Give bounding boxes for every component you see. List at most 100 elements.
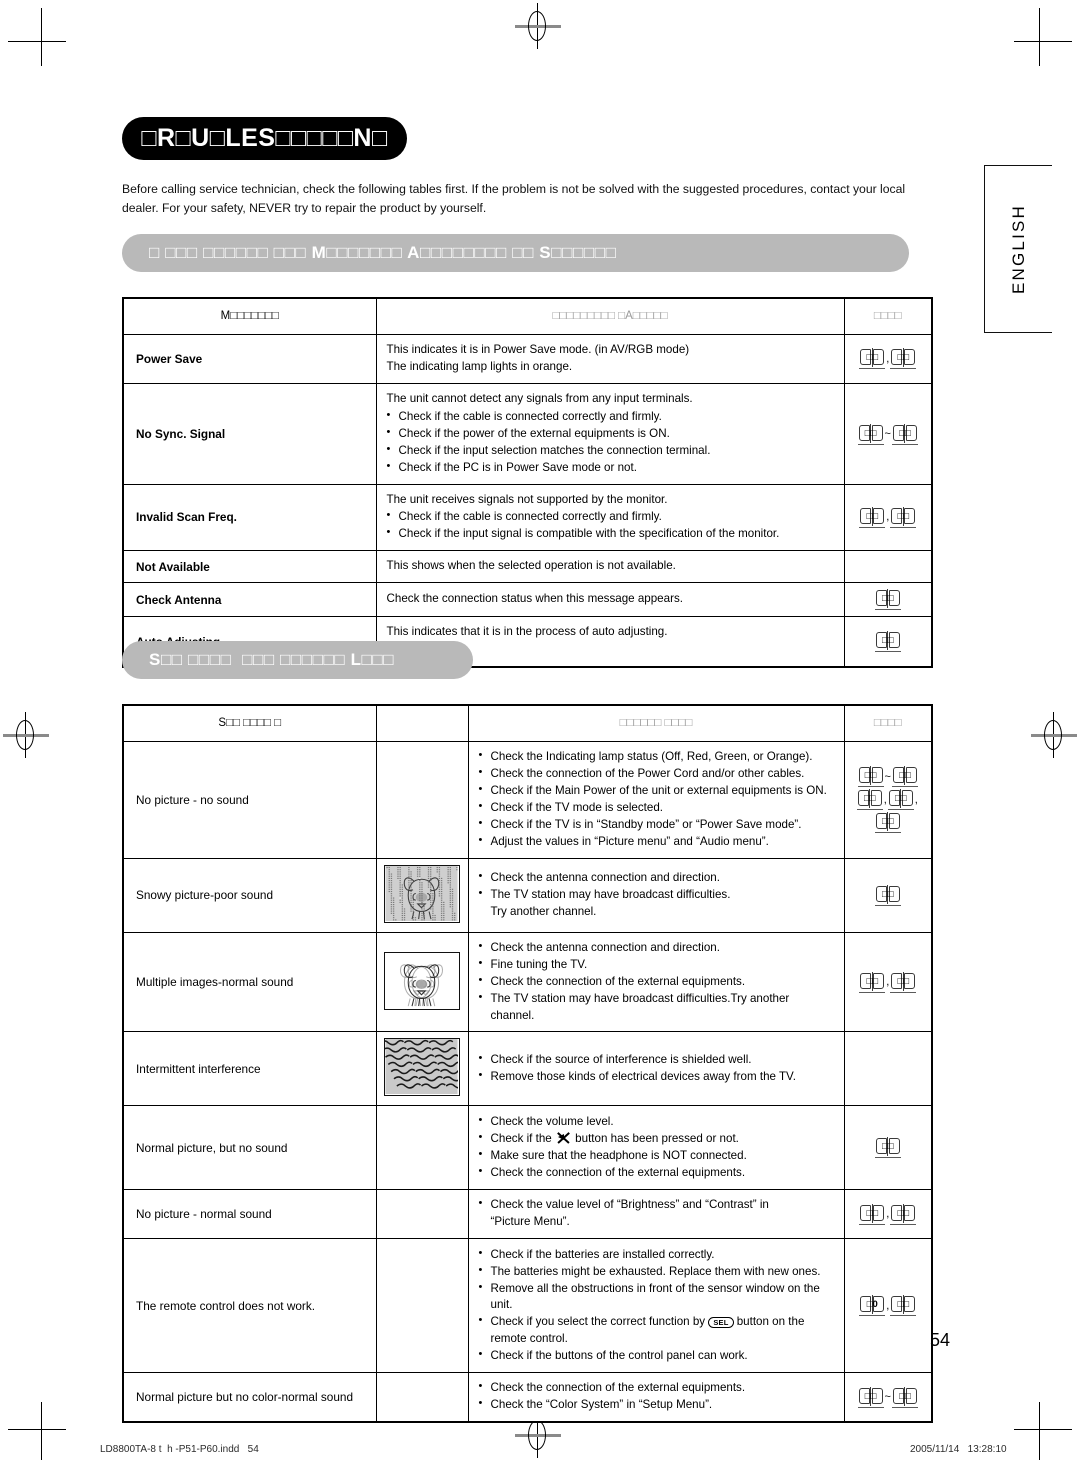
solution-bullet-list: Check the value level of “Brightness” an… xyxy=(479,1196,834,1230)
section-heading-symptoms: S□□ □□□□ □□□ □□□□□□ L□□□ xyxy=(122,641,473,679)
page-reference-cell: □□, □□ xyxy=(843,483,933,552)
page-reference-book-icon: □□ xyxy=(857,766,884,788)
page-title-pill: □R□U□LES□□□□□N□ xyxy=(122,117,407,160)
table-row: Normal picture but no color-normal sound… xyxy=(122,1371,933,1423)
solution-bullet: The TV station may have broadcast diffic… xyxy=(479,886,834,903)
page-reference-cell: □□ xyxy=(843,582,933,618)
solution-cell: Check the value level of “Brightness” an… xyxy=(467,1188,845,1240)
column-header-indication: □□□□□□□□□ □A□□□□□ xyxy=(375,297,845,335)
intro-line-1: Before calling service technician, check… xyxy=(122,182,906,196)
section-heading-messages: □ □□□ □□□□□□ □□□ M□□□□□□□ A□□□□□□□□ □□ S… xyxy=(122,234,909,272)
solution-bullet: Adjust the values in “Picture menu” and … xyxy=(479,833,834,850)
column-header-page: □□□□ xyxy=(843,297,933,335)
symptom-thumbnail-cell xyxy=(375,1031,469,1107)
message-description-cell: Check the connection status when this me… xyxy=(375,582,845,618)
column-header-solution: □□□□□□ □□□□ xyxy=(467,704,845,742)
ghosting-dog-thumbnail xyxy=(384,951,460,1010)
page-reference-cell: □□ xyxy=(843,1105,933,1190)
solution-bullet: The batteries might be exhausted. Replac… xyxy=(479,1263,834,1280)
solution-bullet-list: Check the antenna connection and directi… xyxy=(479,939,834,1024)
column-header-symptom: S□□ □□□□ □ xyxy=(122,704,377,742)
solution-bullet-list: Check the volume level.Check if the butt… xyxy=(479,1113,834,1181)
solution-bullet: Make sure that the headphone is NOT conn… xyxy=(479,1147,834,1164)
message-name-cell: No Sync. Signal xyxy=(122,383,377,485)
page-reference-book-icon: □□ xyxy=(890,506,917,528)
interference-lines-thumbnail xyxy=(384,1038,460,1097)
solution-bullet: Check the connection of the external equ… xyxy=(479,973,834,990)
solution-cell: Check the connection of the external equ… xyxy=(467,1371,845,1423)
solution-bullet: Check if you select the correct function… xyxy=(479,1313,834,1330)
table-row: Intermittent interference Check if the so… xyxy=(122,1031,933,1107)
manual-page: □R□U□LES□□□□□N□ Before calling service t… xyxy=(0,0,1080,1478)
message-description-cell: This indicates it is in Power Save mode.… xyxy=(375,333,845,385)
symptom-thumbnail-cell xyxy=(375,1105,469,1190)
solution-bullet: Check if the input selection matches the… xyxy=(387,442,834,459)
page-reference-book-icon: □□ xyxy=(859,348,886,370)
solution-bullet: Remove those kinds of electrical devices… xyxy=(479,1068,834,1085)
table-row: Snowy picture-poor sound Check the antenn… xyxy=(122,857,933,933)
description-line: The unit receives signals not supported … xyxy=(386,492,668,506)
symptom-thumbnail-cell xyxy=(375,1188,469,1240)
solution-bullet: Remove all the obstructions in front of … xyxy=(479,1280,834,1314)
page-reference-book-icon: □□ xyxy=(856,789,883,811)
page-reference-separator: ~ xyxy=(884,1391,891,1404)
solution-bullet-continuation: remote control. xyxy=(490,1331,568,1345)
symptom-name-cell: Normal picture, but no sound xyxy=(122,1105,377,1190)
message-name-cell: Check Antenna xyxy=(122,582,377,618)
page-number: 54 xyxy=(929,1330,951,1350)
messages-table: M□□□□□□□ □□□□□□□□□ □A□□□□□ □□□□ Power Sa… xyxy=(122,297,933,669)
page-reference-cell: □0, □□ xyxy=(843,1238,933,1373)
solution-bullet: Check if the batteries are installed cor… xyxy=(479,1246,834,1263)
message-name-cell: Not Available xyxy=(122,550,377,584)
intro-paragraph: Before calling service technician, check… xyxy=(122,180,930,218)
page-reference-cell: □□, □□ xyxy=(843,333,933,385)
page-reference-separator: ~ xyxy=(884,428,891,441)
solution-bullet: Check if the cable is connected correctl… xyxy=(387,408,834,425)
page-reference-cell: □□ ~ □□ xyxy=(843,383,933,485)
solution-cell: Check the volume level.Check if the butt… xyxy=(467,1105,845,1190)
column-header-picture xyxy=(375,704,469,742)
message-name-cell: Power Save xyxy=(122,333,377,385)
page-reference-cell: □□ ~ □□ □□, □□, □□ xyxy=(843,740,933,859)
solution-bullet: Check if the input signal is compatible … xyxy=(387,525,834,542)
sel-button-icon: SEL xyxy=(708,1317,734,1329)
page-reference-book-icon: □□ xyxy=(857,423,884,445)
footer-timestamp: 2005/11/14 13:28:10 xyxy=(910,1444,1007,1455)
table-row: No picture - normal sound Check the value… xyxy=(122,1188,933,1240)
solution-bullet-list: Check if the source of interference is s… xyxy=(479,1051,834,1085)
solution-bullet: Check the connection of the external equ… xyxy=(479,1379,834,1396)
description-line: This indicates that it is in the process… xyxy=(386,625,668,639)
page-reference-book-icon: □□ xyxy=(891,766,918,788)
symptom-name-cell: No picture - normal sound xyxy=(122,1188,377,1240)
page-reference-cell: □□, □□ xyxy=(843,931,933,1033)
solution-bullet: Check the value level of “Brightness” an… xyxy=(479,1196,834,1213)
solution-cell: Check the antenna connection and directi… xyxy=(467,857,845,933)
message-description-cell: The unit cannot detect any signals from … xyxy=(375,383,845,485)
solution-bullet-list: Check if the batteries are installed cor… xyxy=(479,1246,834,1365)
page-reference-book-icon: □□ xyxy=(890,1203,917,1225)
description-line: Check the connection status when this me… xyxy=(386,592,683,606)
page-reference-book-icon: □□ xyxy=(859,1203,886,1225)
solution-bullet: Check if the button has been pressed or … xyxy=(479,1130,834,1147)
solution-bullet: Check if the power of the external equip… xyxy=(387,425,834,442)
page-reference-book-icon: □□ xyxy=(887,789,914,811)
column-header-message: M□□□□□□□ xyxy=(122,297,377,335)
page-reference-book-icon: □□ xyxy=(874,884,901,906)
table-row: Normal picture, but no sound Check the vo… xyxy=(122,1105,933,1190)
solution-bullet-list: Check the antenna connection and directi… xyxy=(479,869,834,920)
table-row: Not Available This shows when the selecte… xyxy=(122,550,933,584)
page-reference-cell: □□ ~ □□ xyxy=(843,1371,933,1423)
section-heading-messages-label: □ □□□ □□□□□□ □□□ M□□□□□□□ A□□□□□□□□ □□ S… xyxy=(149,243,617,262)
page-title: □R□U□LES□□□□□N□ xyxy=(141,124,388,152)
symptom-thumbnail-cell xyxy=(375,740,469,859)
message-description-cell: This shows when the selected operation i… xyxy=(375,550,845,584)
snowy-dog-thumbnail xyxy=(384,864,460,923)
symptoms-table: S□□ □□□□ □ □□□□□□ □□□□ □□□□ No picture -… xyxy=(122,704,933,1424)
section-heading-symptoms-label: S□□ □□□□ □□□ □□□□□□ L□□□ xyxy=(149,650,395,669)
solution-bullet: Check if the TV is in “Standby mode” or … xyxy=(479,816,834,833)
solution-bullet: Check the connection of the external equ… xyxy=(479,1164,834,1181)
description-line: This shows when the selected operation i… xyxy=(386,559,676,573)
symptom-name-cell: No picture - no sound xyxy=(122,740,377,859)
page-reference-cell xyxy=(843,550,933,584)
description-line: The indicating lamp lights in orange. xyxy=(386,359,573,373)
